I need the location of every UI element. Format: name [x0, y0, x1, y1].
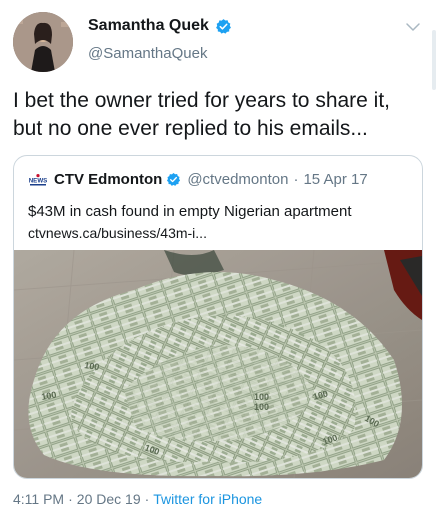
tweet-text: I bet the owner tried for years to share… [13, 89, 391, 140]
tweet-card: Samantha Quek @SamanthaQuek I bet the ow… [0, 0, 436, 520]
tweet-date[interactable]: 20 Dec 19 [77, 491, 141, 507]
quoted-handle[interactable]: @ctvedmonton [187, 171, 288, 188]
verified-badge-icon [216, 18, 231, 34]
quoted-tweet-link[interactable]: ctvnews.ca/business/43m-i... [28, 225, 207, 241]
avatar[interactable] [13, 12, 73, 72]
source-app-link[interactable]: Twitter for iPhone [153, 491, 262, 507]
author-handle[interactable]: @SamanthaQuek [88, 45, 207, 62]
quoted-tweet-header: NEWS CTV Edmonton @ctvedmonton · 15 Apr … [28, 171, 368, 188]
quoted-date[interactable]: 15 Apr 17 [303, 171, 367, 188]
chevron-down-icon[interactable] [404, 18, 422, 36]
tweet-footer: 4:11 PM · 20 Dec 19 · Twitter for iPhone [13, 491, 262, 507]
svg-text:NEWS: NEWS [29, 177, 48, 184]
scrollbar[interactable] [432, 30, 436, 90]
quoted-display-name[interactable]: CTV Edmonton [54, 171, 162, 188]
verified-badge-icon [167, 172, 181, 186]
cash-pile-image[interactable]: 100 100 100 100 100 100 100 100 [14, 250, 422, 478]
separator-dot: · [293, 171, 299, 188]
separator-dot: · [144, 491, 150, 507]
quoted-tweet-text: $43M in cash found in empty Nigerian apa… [28, 203, 352, 220]
tweet-time[interactable]: 4:11 PM [13, 491, 64, 507]
author-display-name[interactable]: Samantha Quek [88, 17, 209, 35]
quoted-tweet[interactable]: NEWS CTV Edmonton @ctvedmonton · 15 Apr … [13, 155, 423, 479]
ctv-news-logo-icon: NEWS [28, 172, 48, 187]
author-name-row[interactable]: Samantha Quek [88, 17, 232, 35]
separator-dot: · [68, 491, 73, 507]
